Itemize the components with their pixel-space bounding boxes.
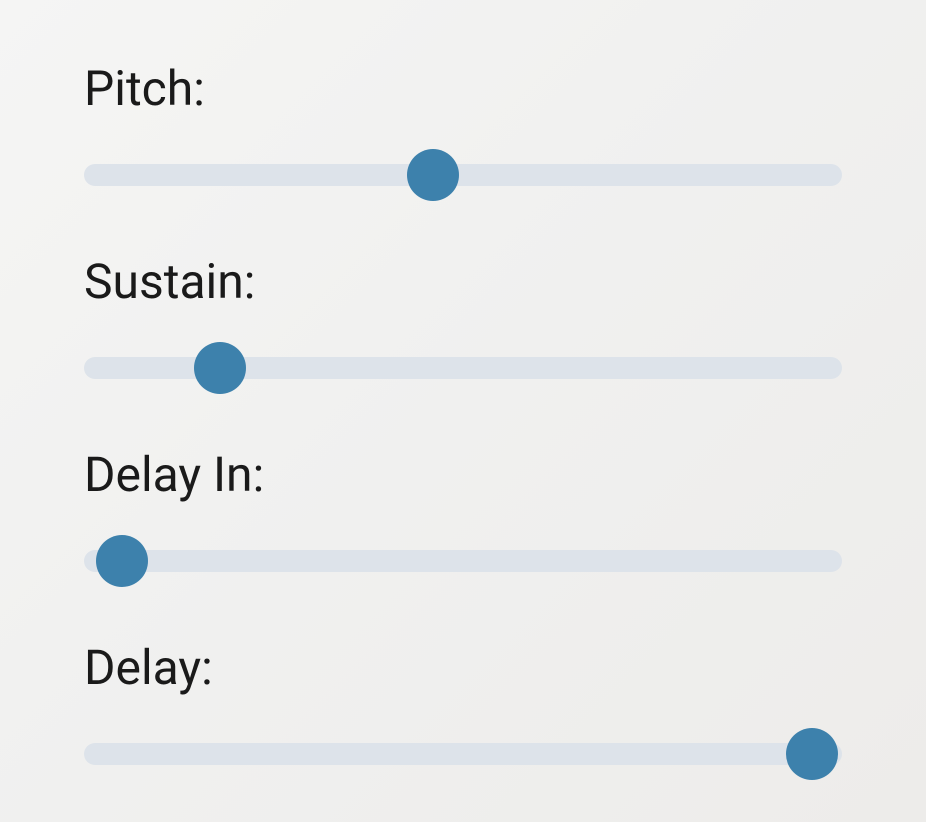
delay-label: Delay: bbox=[84, 639, 842, 696]
pitch-slider[interactable] bbox=[84, 149, 842, 201]
sustain-label: Sustain: bbox=[84, 253, 842, 310]
sustain-slider[interactable] bbox=[84, 342, 842, 394]
delay-in-slider-track bbox=[84, 550, 842, 572]
pitch-slider-track bbox=[84, 164, 842, 186]
delay-in-slider-thumb[interactable] bbox=[96, 535, 148, 587]
pitch-slider-thumb[interactable] bbox=[407, 149, 459, 201]
delay-in-slider-group: Delay In: bbox=[84, 446, 842, 587]
delay-slider-group: Delay: bbox=[84, 639, 842, 780]
pitch-slider-group: Pitch: bbox=[84, 60, 842, 201]
sustain-slider-thumb[interactable] bbox=[194, 342, 246, 394]
delay-in-slider[interactable] bbox=[84, 535, 842, 587]
delay-in-label: Delay In: bbox=[84, 446, 842, 503]
delay-slider-track bbox=[84, 743, 842, 765]
pitch-label: Pitch: bbox=[84, 60, 842, 117]
delay-slider[interactable] bbox=[84, 728, 842, 780]
sustain-slider-group: Sustain: bbox=[84, 253, 842, 394]
delay-slider-thumb[interactable] bbox=[786, 728, 838, 780]
